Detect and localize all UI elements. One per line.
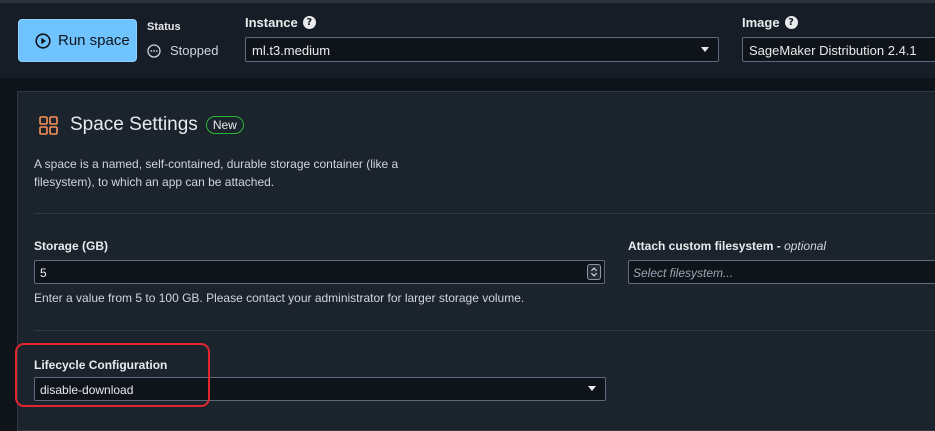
filesystem-label-text: Attach custom filesystem - — [628, 239, 781, 253]
caret-down-icon — [588, 386, 596, 391]
image-select[interactable]: SageMaker Distribution 2.4.1 — [742, 37, 935, 62]
storage-input[interactable]: 5 — [34, 260, 605, 284]
image-label: Image ? — [742, 15, 798, 30]
status-text: Stopped — [170, 43, 219, 58]
filesystem-label: Attach custom filesystem - optional — [628, 239, 826, 253]
run-space-label: Run space — [58, 32, 130, 49]
panel-title: Space Settings — [70, 114, 198, 135]
instance-value: ml.t3.medium — [252, 43, 331, 58]
stepper-icon[interactable] — [587, 264, 601, 280]
panel-header: Space Settings New — [39, 114, 244, 136]
status-label: Status — [147, 21, 181, 33]
divider — [34, 330, 935, 331]
space-settings-panel: Space Settings New A space is a named, s… — [17, 91, 935, 431]
instance-select[interactable]: ml.t3.medium — [245, 37, 719, 62]
top-bar: Run space Status Stopped Instance ? ml.t… — [0, 0, 935, 78]
instance-label-text: Instance — [245, 15, 298, 30]
help-icon[interactable]: ? — [784, 16, 798, 29]
new-badge: New — [205, 116, 244, 134]
play-icon — [35, 32, 51, 49]
optional-text: optional — [784, 239, 827, 253]
lifecycle-select[interactable]: disable-download — [34, 377, 606, 401]
filesystem-select[interactable]: Select filesystem... — [628, 260, 935, 284]
image-value: SageMaker Distribution 2.4.1 — [749, 43, 917, 58]
lifecycle-value: disable-download — [40, 383, 134, 397]
divider — [34, 213, 935, 214]
panel-description: A space is a named, self-contained, dura… — [34, 157, 399, 189]
pending-icon — [147, 43, 161, 58]
help-icon[interactable]: ? — [302, 16, 316, 29]
lifecycle-label: Lifecycle Configuration — [34, 358, 168, 372]
filesystem-placeholder: Select filesystem... — [633, 266, 734, 280]
run-space-button[interactable]: Run space — [18, 19, 137, 62]
storage-label: Storage (GB) — [34, 239, 109, 253]
settings-grid-icon — [39, 115, 58, 135]
storage-hint: Enter a value from 5 to 100 GB. Please c… — [34, 291, 525, 305]
image-label-text: Image — [742, 15, 780, 30]
caret-down-icon — [701, 47, 709, 52]
status-value: Stopped — [147, 43, 218, 58]
instance-label: Instance ? — [245, 15, 316, 30]
storage-value: 5 — [40, 266, 47, 280]
